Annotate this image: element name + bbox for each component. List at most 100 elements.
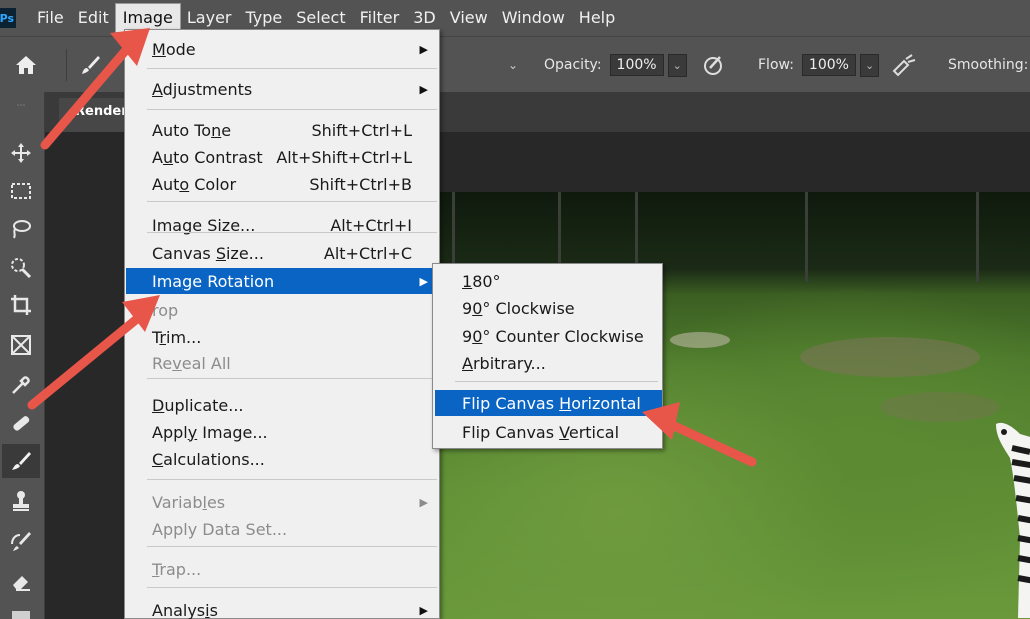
clone-stamp-tool[interactable] (2, 484, 40, 518)
clone-stamp-icon (13, 491, 29, 511)
menu-item-label: Duplicate... (152, 395, 244, 415)
menu-item-label: Auto Color (152, 174, 237, 194)
move-tool[interactable] (2, 136, 40, 170)
menu-item-auto-contrast[interactable]: Auto Contrast Alt+Shift+Ctrl+L (126, 144, 440, 170)
menu-item-auto-color[interactable]: Auto Color Shift+Ctrl+B (126, 171, 440, 197)
gradient-tool[interactable] (2, 598, 40, 619)
menu-filter[interactable]: Filter (353, 4, 407, 32)
gradient-icon (12, 611, 30, 619)
menu-window[interactable]: Window (495, 4, 572, 32)
zebra-figure (996, 423, 1030, 618)
airbrush-icon (892, 54, 916, 77)
submenu-item-rotate-arbitrary[interactable]: Arbitrary... (435, 350, 662, 376)
menu-item-apply-data-set: Apply Data Set... (126, 516, 440, 542)
flow-dropdown-button[interactable]: ⌄ (859, 53, 880, 77)
submenu-item-flip-canvas-vertical[interactable]: Flip Canvas Vertical (435, 419, 662, 445)
menu-item-reveal-all: Reveal All (126, 350, 440, 376)
menu-edit[interactable]: Edit (71, 4, 116, 32)
history-brush-icon (11, 532, 31, 551)
opacity-dropdown-button[interactable]: ⌄ (667, 53, 687, 77)
fence-post (976, 192, 979, 282)
menu-item-label: Auto Contrast (152, 147, 263, 167)
crop-tool[interactable] (2, 288, 40, 322)
menu-item-canvas-size[interactable]: Canvas Size... Alt+Ctrl+C (126, 240, 440, 266)
menu-item-label: Calculations... (152, 449, 265, 469)
menu-item-label: Image Rotation (152, 271, 275, 291)
menu-item-shortcut: Alt+Ctrl+C (323, 243, 412, 263)
menu-help[interactable]: Help (572, 4, 622, 32)
lasso-tool[interactable] (2, 212, 40, 246)
submenu-arrow-icon: ▶ (419, 82, 428, 96)
submenu-item-label: Flip Canvas Vertical (462, 422, 620, 442)
menu-layer[interactable]: Layer (180, 4, 239, 32)
menu-item-label: rop (152, 300, 179, 320)
menu-item-label: Variables (152, 492, 226, 512)
menu-item-mode[interactable]: Mode ▶ (126, 36, 440, 62)
eyedropper-tool[interactable] (2, 368, 40, 402)
healing-brush-icon (13, 416, 30, 431)
opacity-input[interactable]: 100% (609, 54, 664, 76)
healing-brush-tool[interactable] (2, 406, 40, 440)
options-divider (66, 49, 67, 81)
marquee-tool[interactable] (2, 174, 40, 208)
submenu-arrow-icon: ▶ (419, 274, 428, 288)
marquee-icon (11, 183, 31, 199)
menu-item-label: Apply Data Set... (152, 519, 288, 539)
menu-3d[interactable]: 3D (406, 4, 443, 32)
flow-input[interactable]: 100% (801, 54, 856, 76)
menu-separator (147, 68, 437, 69)
menu-item-label: Adjustments (152, 79, 253, 99)
airbrush-toggle[interactable] (890, 37, 918, 93)
eyedropper-icon (12, 376, 30, 394)
menu-image[interactable]: Image (114, 3, 181, 33)
submenu-item-rotate-90-cw[interactable]: 90° Clockwise (435, 295, 662, 321)
menu-item-adjustments[interactable]: Adjustments ▶ (126, 76, 440, 102)
toolbar-grip[interactable]: ⋯ (2, 100, 40, 112)
submenu-item-flip-canvas-horizontal[interactable]: Flip Canvas Horizontal (435, 390, 662, 416)
brush-tool[interactable] (2, 444, 40, 478)
menu-item-label: Canvas Size... (152, 243, 264, 263)
eraser-tool[interactable] (2, 564, 40, 598)
opacity-label: Opacity: (544, 57, 602, 73)
quick-select-icon (11, 258, 32, 278)
menu-select[interactable]: Select (289, 4, 352, 32)
menu-item-calculations[interactable]: Calculations... (126, 446, 440, 472)
image-menu-dropdown: Mode ▶ Adjustments ▶ Auto Tone Shift+Ctrl+L Au… (124, 29, 440, 619)
submenu-arrow-icon: ▶ (419, 495, 428, 509)
menu-item-label: Auto Tone (152, 120, 232, 140)
submenu-item-rotate-90-ccw[interactable]: 90° Counter Clockwise (435, 323, 662, 349)
pressure-opacity-icon (704, 56, 722, 75)
chevron-down-icon: ⌄ (672, 58, 682, 72)
menu-view[interactable]: View (443, 4, 495, 32)
photoshop-logo: Ps (0, 8, 16, 28)
submenu-arrow-icon: ▶ (419, 603, 428, 617)
menu-type[interactable]: Type (238, 4, 289, 32)
quick-selection-tool[interactable] (2, 250, 40, 284)
frame-tool[interactable] (2, 328, 40, 362)
submenu-arrow-icon: ▶ (419, 42, 428, 56)
dirt-patch (670, 332, 730, 348)
brush-icon (12, 452, 31, 470)
home-button[interactable] (14, 37, 38, 93)
tools-panel: ⋯ (0, 92, 45, 619)
menu-separator (147, 479, 437, 480)
menu-item-image-size[interactable]: Image Size... Alt+Ctrl+I (126, 212, 440, 238)
menu-item-crop: rop (126, 297, 440, 323)
image-rotation-submenu: 180° 90° Clockwise 90° Counter Clockwise Ar… (432, 263, 663, 449)
history-brush-tool[interactable] (2, 524, 40, 558)
menu-item-analysis[interactable]: Analysis ▶ (126, 597, 440, 619)
menu-item-shortcut: Shift+Ctrl+B (309, 174, 412, 194)
submenu-item-label: 90° Clockwise (462, 298, 575, 318)
pressure-opacity-toggle[interactable] (702, 37, 726, 93)
menu-item-duplicate[interactable]: Duplicate... (126, 392, 440, 418)
brush-preset-picker[interactable] (78, 37, 102, 93)
menu-file[interactable]: File (30, 4, 71, 32)
menu-item-trim[interactable]: Trim... (126, 324, 440, 350)
menu-item-image-rotation[interactable]: Image Rotation ▶ (126, 268, 440, 294)
menu-separator (147, 109, 437, 110)
menu-item-auto-tone[interactable]: Auto Tone Shift+Ctrl+L (126, 117, 440, 143)
smoothing-label: Smoothing: (948, 57, 1029, 73)
submenu-item-rotate-180[interactable]: 180° (435, 268, 662, 294)
menu-item-apply-image[interactable]: Apply Image... (126, 419, 440, 445)
mode-dropdown-chevron[interactable]: ⌄ (508, 37, 518, 93)
